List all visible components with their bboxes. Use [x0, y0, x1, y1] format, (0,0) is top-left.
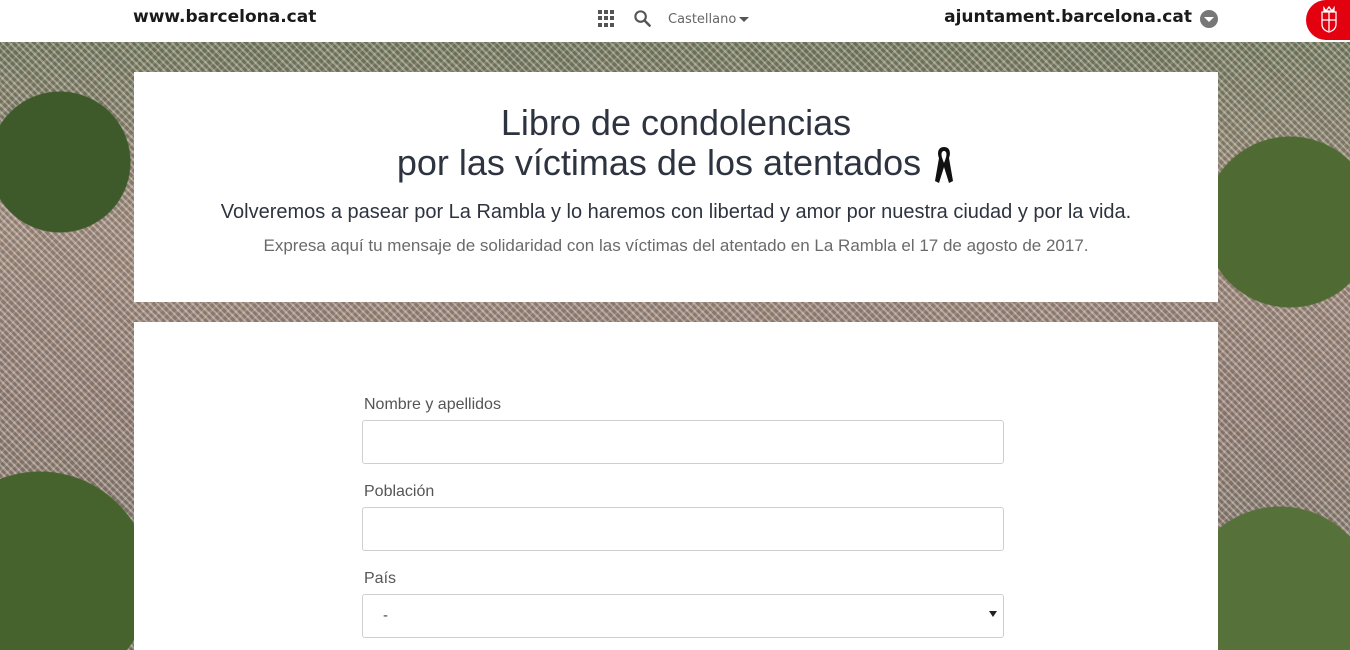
population-label: Población: [364, 483, 435, 500]
description: Expresa aquí tu mensaje de solidaridad c…: [263, 236, 1089, 256]
ajuntament-link[interactable]: ajuntament.barcelona.cat: [944, 7, 1192, 27]
page-title: Libro de condolencias por las víctimas d…: [134, 103, 1218, 185]
country-select[interactable]: -: [362, 594, 1004, 638]
chevron-down-icon: [989, 611, 997, 617]
condolence-form: Nombre y apellidos Población País -: [362, 396, 1004, 638]
name-input[interactable]: [362, 420, 1004, 464]
title-line-1: Libro de condolencias: [500, 102, 852, 143]
mourning-ribbon-icon: [935, 147, 954, 184]
site-link[interactable]: www.barcelona.cat: [133, 7, 316, 27]
barcelona-logo-icon[interactable]: [1306, 0, 1350, 40]
title-line-2: por las víctimas de los atentados: [396, 142, 922, 183]
top-bar: www.barcelona.cat Castellano ajuntament.…: [0, 0, 1350, 42]
grid-icon[interactable]: [598, 10, 615, 27]
language-label: Castellano: [668, 12, 737, 27]
search-icon[interactable]: [633, 9, 652, 28]
population-input[interactable]: [362, 507, 1004, 551]
chevron-down-icon: [739, 17, 750, 22]
header-card: Libro de condolencias por las víctimas d…: [134, 72, 1218, 302]
dropdown-toggle-icon[interactable]: [1200, 10, 1218, 28]
subtitle: Volveremos a pasear por La Rambla y lo h…: [220, 201, 1132, 224]
form-card: Nombre y apellidos Población País -: [134, 322, 1218, 650]
language-selector[interactable]: Castellano: [668, 12, 750, 27]
country-label: País: [364, 570, 397, 587]
name-label: Nombre y apellidos: [364, 396, 501, 413]
country-selected-value: -: [383, 607, 388, 624]
